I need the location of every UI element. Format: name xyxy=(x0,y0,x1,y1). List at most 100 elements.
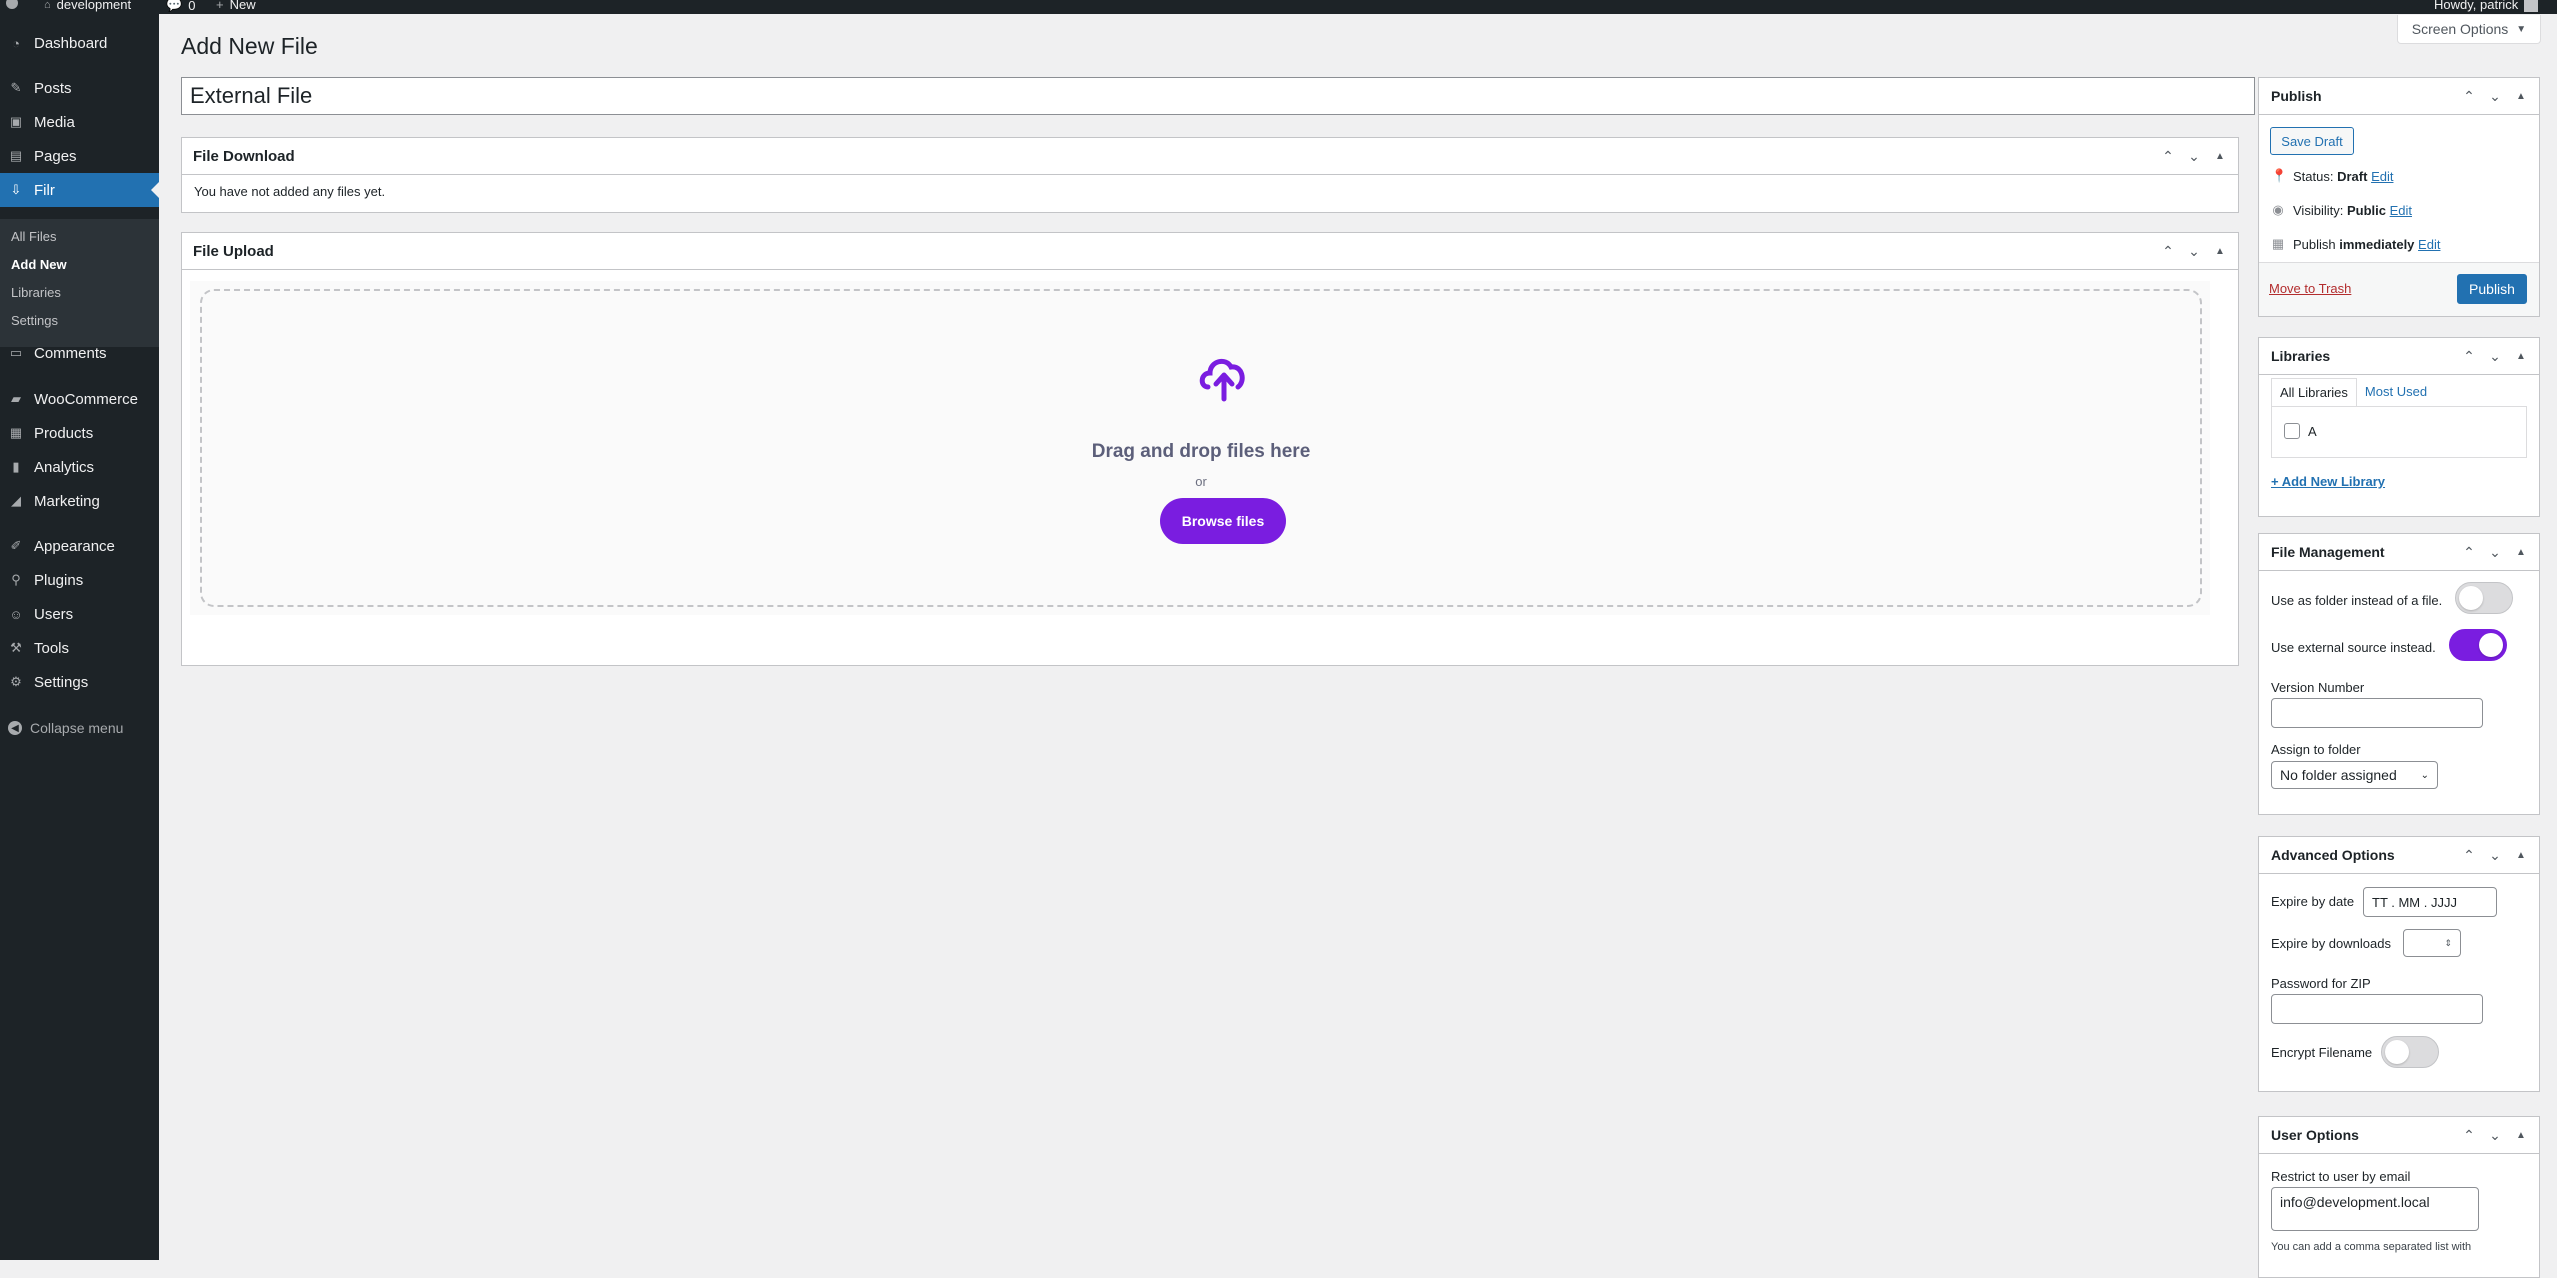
menu-marketing[interactable]: ◢ Marketing xyxy=(0,484,159,518)
library-checkbox[interactable] xyxy=(2284,423,2300,439)
edit-schedule-link[interactable]: Edit xyxy=(2418,237,2440,252)
menu-comments[interactable]: ▭ Comments xyxy=(0,336,159,370)
status-label: Status: xyxy=(2293,168,2334,184)
collapse-menu-button[interactable]: ◀ Collapse menu xyxy=(8,720,123,736)
library-item[interactable]: A xyxy=(2284,423,2317,439)
settings-icon: ⚙ xyxy=(10,674,22,689)
comments-link[interactable]: 💬 0 xyxy=(166,0,195,13)
box-header: Libraries ⌃ ⌄ ▲ xyxy=(2259,338,2539,375)
version-number-input[interactable] xyxy=(2271,698,2483,728)
chevron-up-icon[interactable]: ⌃ xyxy=(2461,88,2477,105)
screen-options-button[interactable]: Screen Options ▼ xyxy=(2397,15,2541,44)
submenu-all-files[interactable]: All Files xyxy=(11,229,57,244)
toggle-panel-icon[interactable]: ▲ xyxy=(2212,246,2228,257)
chevron-up-icon[interactable]: ⌃ xyxy=(2160,243,2176,260)
site-name: development xyxy=(56,0,132,12)
menu-analytics[interactable]: ▮ Analytics xyxy=(0,450,159,484)
assign-folder-select[interactable]: No folder assigned ⌄ xyxy=(2271,761,2438,789)
menu-media[interactable]: ▣ Media xyxy=(0,105,159,139)
box-title: Advanced Options xyxy=(2271,847,2395,863)
new-content-link[interactable]: + New xyxy=(216,0,256,12)
post-title-input[interactable] xyxy=(181,77,2255,115)
chevron-down-icon[interactable]: ⌄ xyxy=(2487,544,2503,561)
site-name-link[interactable]: ⌂ development xyxy=(44,0,131,12)
toggle-panel-icon[interactable]: ▲ xyxy=(2513,91,2529,102)
status-row: 📍 Status: Draft Edit xyxy=(2271,168,2393,184)
chevron-down-icon[interactable]: ⌄ xyxy=(2487,847,2503,864)
avatar xyxy=(2524,0,2539,12)
submenu-add-new[interactable]: Add New xyxy=(11,257,67,272)
chevron-down-icon[interactable]: ⌄ xyxy=(2487,1127,2503,1144)
admin-sidebar: ◔ Dashboard ✎ Posts ▣ Media ▤ Pages ⇩ Filr Al… xyxy=(0,14,159,1260)
submenu-libraries[interactable]: Libraries xyxy=(11,285,61,300)
version-label: Version Number xyxy=(2271,680,2365,695)
advanced-options-box: Advanced Options ⌃ ⌄ ▲ Expire by date TT… xyxy=(2258,836,2540,1092)
eye-icon: ◉ xyxy=(2272,202,2284,217)
toggle-panel-icon[interactable]: ▲ xyxy=(2513,1130,2529,1141)
tab-all-libraries[interactable]: All Libraries xyxy=(2271,378,2357,406)
restrict-email-textarea[interactable]: info@development.local xyxy=(2271,1187,2479,1231)
browse-files-button[interactable]: Browse files xyxy=(1160,498,1286,544)
visibility-value: Public xyxy=(2346,202,2386,218)
screen-options-label: Screen Options xyxy=(2411,21,2509,37)
toggle-panel-icon[interactable]: ▲ xyxy=(2513,351,2529,362)
chevron-up-icon[interactable]: ⌃ xyxy=(2461,544,2477,561)
howdy-text: Howdy, patrick xyxy=(2434,0,2519,12)
expire-date-label: Expire by date xyxy=(2271,894,2355,909)
menu-appearance[interactable]: ✐ Appearance xyxy=(0,529,159,563)
encrypt-filename-toggle[interactable] xyxy=(2381,1036,2439,1068)
move-to-trash-link[interactable]: Move to Trash xyxy=(2269,281,2351,296)
menu-filr[interactable]: ⇩ Filr xyxy=(0,173,159,207)
publish-button[interactable]: Publish xyxy=(2457,274,2527,304)
password-zip-input[interactable] xyxy=(2271,994,2483,1024)
menu-label: Appearance xyxy=(34,537,115,555)
menu-pages[interactable]: ▤ Pages xyxy=(0,139,159,173)
media-icon: ▣ xyxy=(9,114,23,129)
toggle-panel-icon[interactable]: ▲ xyxy=(2212,151,2228,162)
external-source-toggle[interactable] xyxy=(2449,629,2507,661)
menu-label: Filr xyxy=(34,181,55,199)
expire-date-input[interactable]: TT . MM . JJJJ xyxy=(2363,887,2497,917)
menu-label: Tools xyxy=(34,639,70,657)
drop-zone[interactable]: Drag and drop files here or Browse files xyxy=(200,289,2202,607)
chevron-down-icon[interactable]: ⌄ xyxy=(2186,148,2202,165)
chevron-up-icon[interactable]: ⌃ xyxy=(2461,348,2477,365)
menu-dashboard[interactable]: ◔ Dashboard xyxy=(0,26,159,60)
chevron-up-icon[interactable]: ⌃ xyxy=(2160,148,2176,165)
menu-posts[interactable]: ✎ Posts xyxy=(0,71,159,105)
chevron-down-icon[interactable]: ⌄ xyxy=(2487,88,2503,105)
submenu-settings[interactable]: Settings xyxy=(11,313,58,328)
edit-visibility-link[interactable]: Edit xyxy=(2390,203,2412,218)
menu-users[interactable]: ☺ Users xyxy=(0,597,159,631)
save-draft-button[interactable]: Save Draft xyxy=(2270,127,2354,155)
wordpress-logo-icon[interactable] xyxy=(6,0,18,9)
menu-woocommerce[interactable]: ▰ WooCommerce xyxy=(0,382,159,416)
edit-status-link[interactable]: Edit xyxy=(2371,169,2393,184)
chevron-down-icon[interactable]: ⌄ xyxy=(2487,348,2503,365)
menu-settings[interactable]: ⚙ Settings xyxy=(0,665,159,699)
file-download-box: File Download ⌃ ⌄ ▲ You have not added a… xyxy=(181,137,2239,213)
toggle-panel-icon[interactable]: ▲ xyxy=(2513,547,2529,558)
publish-box: Publish ⌃ ⌄ ▲ Save Draft 📍 Status: Draft… xyxy=(2258,77,2540,317)
pin-icon: 📍 xyxy=(2271,168,2288,183)
user-options-box: User Options ⌃ ⌄ ▲ Restrict to user by e… xyxy=(2258,1116,2540,1278)
folder-toggle[interactable] xyxy=(2455,582,2513,614)
menu-label: Users xyxy=(34,605,74,623)
menu-tools[interactable]: ⚒ Tools xyxy=(0,631,159,665)
plus-icon: + xyxy=(216,0,224,12)
expire-downloads-input[interactable]: ⇕ xyxy=(2403,929,2461,957)
tab-most-used[interactable]: Most Used xyxy=(2357,378,2435,406)
collapse-arrow-icon: ◀ xyxy=(8,721,22,735)
chevron-down-icon[interactable]: ⌄ xyxy=(2186,243,2202,260)
menu-products[interactable]: ▦ Products xyxy=(0,416,159,450)
analytics-icon: ▮ xyxy=(12,459,20,474)
chevron-up-icon[interactable]: ⌃ xyxy=(2461,847,2477,864)
add-new-library-link[interactable]: + Add New Library xyxy=(2271,474,2385,489)
new-label: New xyxy=(229,0,256,12)
chevron-up-icon[interactable]: ⌃ xyxy=(2461,1127,2477,1144)
toggle-knob xyxy=(2385,1040,2409,1064)
account-menu[interactable]: Howdy, patrick xyxy=(2434,0,2539,12)
pages-icon: ▤ xyxy=(9,148,23,163)
menu-plugins[interactable]: ⚲ Plugins xyxy=(0,563,159,597)
toggle-panel-icon[interactable]: ▲ xyxy=(2513,850,2529,861)
